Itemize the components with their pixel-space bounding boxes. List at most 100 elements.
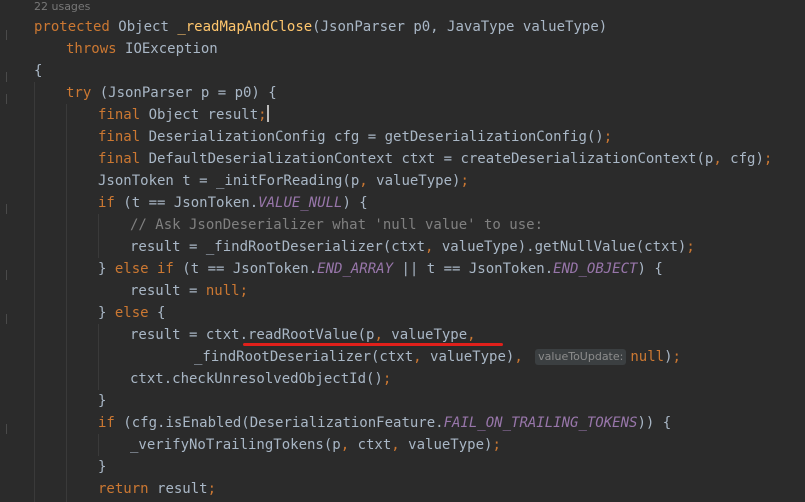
code-line[interactable]: } else if (t == JsonToken.END_ARRAY || t… [98, 258, 663, 280]
code-token: ) { [342, 195, 368, 211]
code-token: valueType).getNullValue(ctxt) [441, 239, 687, 255]
code-token: // Ask JsonDeserializer what 'null value… [130, 217, 544, 233]
code-token: return [98, 481, 158, 497]
code-line[interactable]: try (JsonParser p = p0) { [66, 82, 277, 104]
usages-hint[interactable]: 22 usages [34, 0, 90, 14]
code-token: ; [603, 129, 613, 145]
indent-guide [34, 82, 35, 502]
code-token: ctxt.checkUnresolvedObjectId() [130, 371, 383, 387]
code-token: else [114, 305, 158, 321]
code-token: if [98, 195, 124, 211]
code-token: DefaultDeserializationContext ctxt = cre… [148, 151, 714, 167]
code-token: (t == JsonToken. [182, 261, 318, 277]
code-line[interactable]: _findRootDeserializer(ctxt, valueType), … [194, 346, 681, 368]
code-line[interactable]: if (t == JsonToken.VALUE_NULL) { [98, 192, 368, 214]
code-token: (JsonParser p0, JavaType valueType) [312, 19, 608, 35]
code-token: ; [382, 371, 392, 387]
code-area[interactable]: 22 usages protected Object _readMapAndCl… [34, 0, 805, 502]
code-token: ; [239, 283, 249, 299]
code-token: VALUE_NULL [258, 195, 343, 211]
code-token: ctxt [357, 437, 392, 453]
code-token: , [713, 151, 731, 167]
code-token: ; [460, 173, 469, 189]
indent-guide [98, 324, 99, 390]
code-token: , [340, 437, 358, 453]
code-line[interactable]: final Object result; [98, 104, 269, 126]
code-token: ; [686, 239, 695, 255]
code-token: _verifyNoTrailingTokens(p [130, 437, 341, 453]
code-line[interactable]: // Ask JsonDeserializer what 'null value… [130, 214, 543, 236]
gutter-marker [6, 424, 7, 434]
code-token: , [425, 239, 442, 255]
code-token: { [157, 305, 166, 321]
code-token: result [157, 481, 208, 497]
indent-guide [98, 434, 99, 456]
code-token: ; [492, 437, 501, 453]
code-line[interactable]: final DeserializationConfig cfg = getDes… [98, 126, 612, 148]
code-token: , [467, 327, 476, 343]
code-token: (JsonParser p = p0) { [99, 85, 277, 101]
code-token: ; [672, 349, 681, 365]
gutter-marker [6, 30, 7, 40]
code-line[interactable]: final DefaultDeserializationContext ctxt… [98, 148, 772, 170]
code-token: throws [66, 41, 126, 57]
code-token: if [98, 415, 124, 431]
code-token: ; [763, 151, 773, 167]
indent-guide [66, 104, 67, 502]
gutter-marker [6, 204, 7, 214]
code-token: else if [114, 261, 183, 277]
code-token: valueType) [376, 173, 461, 189]
code-token: } [98, 305, 115, 321]
code-token: , [359, 173, 377, 189]
code-token: , [413, 349, 431, 365]
code-token: END_OBJECT [553, 261, 638, 277]
code-token: Object result [148, 107, 259, 123]
indent-guide [98, 214, 99, 258]
code-token: (cfg.isEnabled(DeserializationFeature. [123, 415, 444, 431]
code-line[interactable]: } [98, 390, 106, 412]
code-token: valueType) [430, 349, 515, 365]
code-editor[interactable]: 22 usages protected Object _readMapAndCl… [0, 0, 805, 502]
code-token: null [630, 349, 665, 365]
code-token: final [98, 129, 149, 145]
code-line[interactable]: JsonToken t = _initForReading(p, valueTy… [98, 170, 469, 192]
code-line[interactable]: protected Object _readMapAndClose(JsonPa… [34, 16, 607, 38]
code-line[interactable]: result = null; [130, 280, 248, 302]
gutter-marker [6, 72, 7, 82]
code-token: result = _findRootDeserializer(ctxt [130, 239, 426, 255]
code-line[interactable]: throws IOException [66, 38, 218, 60]
code-token: IOException [125, 41, 218, 57]
code-token: _findRootDeserializer(ctxt [194, 349, 414, 365]
code-token: ; [258, 107, 267, 123]
code-token: Object [118, 19, 178, 35]
gutter-marker [6, 94, 7, 104]
code-line[interactable]: result = _findRootDeserializer(ctxt, val… [130, 236, 695, 258]
parameter-hint: valueToUpdate: [535, 349, 627, 365]
code-line[interactable]: } [98, 456, 106, 478]
code-token: || t == JsonToken. [393, 261, 554, 277]
code-token: } [98, 459, 107, 475]
code-line[interactable]: { [34, 60, 42, 82]
code-token: valueType [391, 327, 468, 343]
code-line[interactable]: } else { [98, 302, 165, 324]
code-token: , [391, 437, 409, 453]
code-token: try [66, 85, 100, 101]
code-token: valueType) [408, 437, 493, 453]
code-token: ; [207, 481, 217, 497]
code-line[interactable]: _verifyNoTrailingTokens(p, ctxt, valueTy… [130, 434, 501, 456]
code-token: )) { [637, 415, 672, 431]
code-token: DeserializationConfig cfg = getDeseriali… [148, 129, 604, 145]
code-token: final [98, 151, 149, 167]
code-token: ) [664, 349, 673, 365]
code-token: null [205, 283, 240, 299]
code-token: , [514, 349, 532, 365]
code-token: (t == JsonToken. [123, 195, 259, 211]
red-underline-annotation [243, 343, 503, 346]
code-line[interactable]: return result; [98, 478, 216, 500]
code-line[interactable]: if (cfg.isEnabled(DeserializationFeature… [98, 412, 671, 434]
gutter-marker [6, 270, 7, 280]
code-token: , [374, 327, 392, 343]
code-line[interactable]: ctxt.checkUnresolvedObjectId(); [130, 368, 391, 390]
code-token: { [34, 63, 43, 79]
code-token: FAIL_ON_TRAILING_TOKENS [443, 415, 638, 431]
